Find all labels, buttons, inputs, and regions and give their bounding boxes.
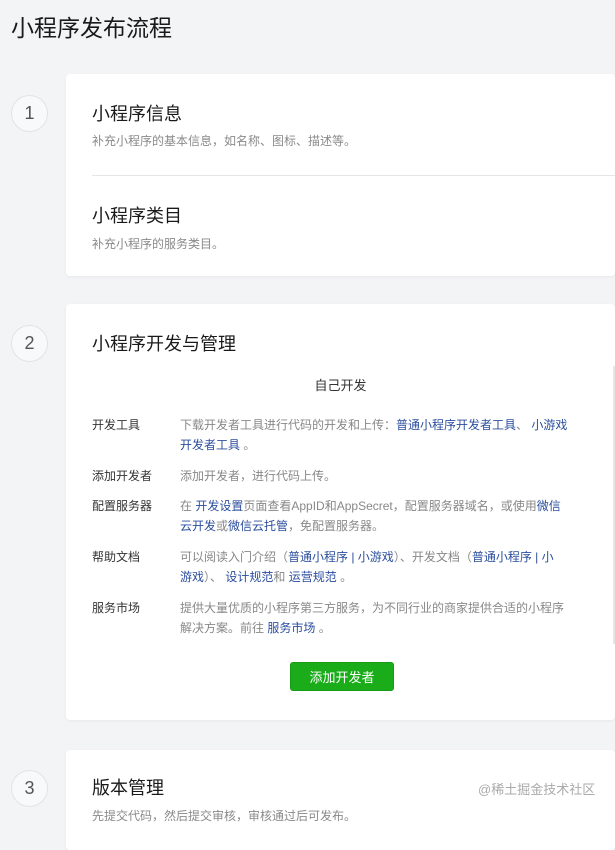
row-label-tools: 开发工具: [92, 418, 141, 432]
row-value-market: 提供大量优质的小程序第三方服务，为不同行业的商家提供合适的小程序 解决方案。前往 …: [180, 601, 565, 635]
section-desc-version: 先提交代码，然后提交审核，审核通过后可发布。: [92, 809, 357, 823]
row-label-devs: 添加开发者: [92, 469, 153, 483]
link-dev-settings[interactable]: 开发设置: [195, 499, 243, 513]
section-desc-info: 补充小程序的基本信息，如名称、图标、描述等。: [92, 134, 357, 148]
step-number-1: 1: [11, 95, 48, 132]
add-developer-button[interactable]: 添加开发者: [290, 662, 394, 691]
row-market: 服务市场 提供大量优质的小程序第三方服务，为不同行业的商家提供合适的小程序 解决方…: [92, 598, 595, 638]
step-number-2: 2: [11, 325, 48, 362]
row-value-devs: 添加开发者，进行代码上传。: [180, 469, 337, 483]
link-ops-spec[interactable]: 运营规范: [289, 570, 337, 584]
link-mp-devtools[interactable]: 普通小程序开发者工具: [396, 418, 516, 432]
section-title-dev: 小程序开发与管理: [92, 334, 236, 354]
row-label-market: 服务市场: [92, 601, 141, 615]
section-title-version: 版本管理: [92, 778, 164, 798]
link-service-market[interactable]: 服务市场: [267, 621, 315, 635]
row-value-tools: 下载开发者工具进行代码的开发和上传：普通小程序开发者工具、 小游戏 开发者工具 。: [180, 418, 568, 452]
row-add-devs: 添加开发者 添加开发者，进行代码上传。: [92, 466, 595, 486]
step2-card: 小程序开发与管理 自己开发 开发工具 下载开发者工具进行代码的开发和上传：普通小…: [66, 304, 615, 720]
dev-mode-subtitle: 自己开发: [314, 378, 367, 393]
watermark: @稀土掘金技术社区: [478, 782, 596, 797]
row-value-server: 在 开发设置页面查看AppID和AppSecret，配置服务器域名，或使用微信云…: [180, 499, 561, 533]
row-docs: 帮助文档 可以阅读入门介绍（普通小程序 | 小游戏）、开发文档（普通小程序 | …: [92, 547, 595, 587]
row-dev-tools: 开发工具 下载开发者工具进行代码的开发和上传：普通小程序开发者工具、 小游戏 开发…: [92, 415, 595, 455]
step3-card: 版本管理 先提交代码，然后提交审核，审核通过后可发布。: [66, 750, 615, 850]
page-title: 小程序发布流程: [11, 15, 172, 41]
link-cloud-hosting[interactable]: 微信云托管: [228, 519, 288, 533]
row-value-docs: 可以阅读入门介绍（普通小程序 | 小游戏）、开发文档（普通小程序 | 小游戏）、…: [180, 550, 554, 584]
divider: [92, 175, 615, 176]
row-label-server: 配置服务器: [92, 499, 153, 513]
section-title-info: 小程序信息: [92, 104, 182, 124]
section-title-category: 小程序类目: [92, 206, 182, 226]
link-intro[interactable]: 普通小程序 | 小游戏: [288, 550, 394, 564]
row-label-docs: 帮助文档: [92, 550, 141, 564]
step-number-3: 3: [11, 770, 48, 807]
link-design-spec[interactable]: 设计规范: [225, 570, 273, 584]
step1-card: 小程序信息 补充小程序的基本信息，如名称、图标、描述等。 小程序类目 补充小程序…: [66, 74, 615, 276]
section-desc-category: 补充小程序的服务类目。: [92, 237, 225, 251]
row-server: 配置服务器 在 开发设置页面查看AppID和AppSecret，配置服务器域名，…: [92, 496, 595, 536]
